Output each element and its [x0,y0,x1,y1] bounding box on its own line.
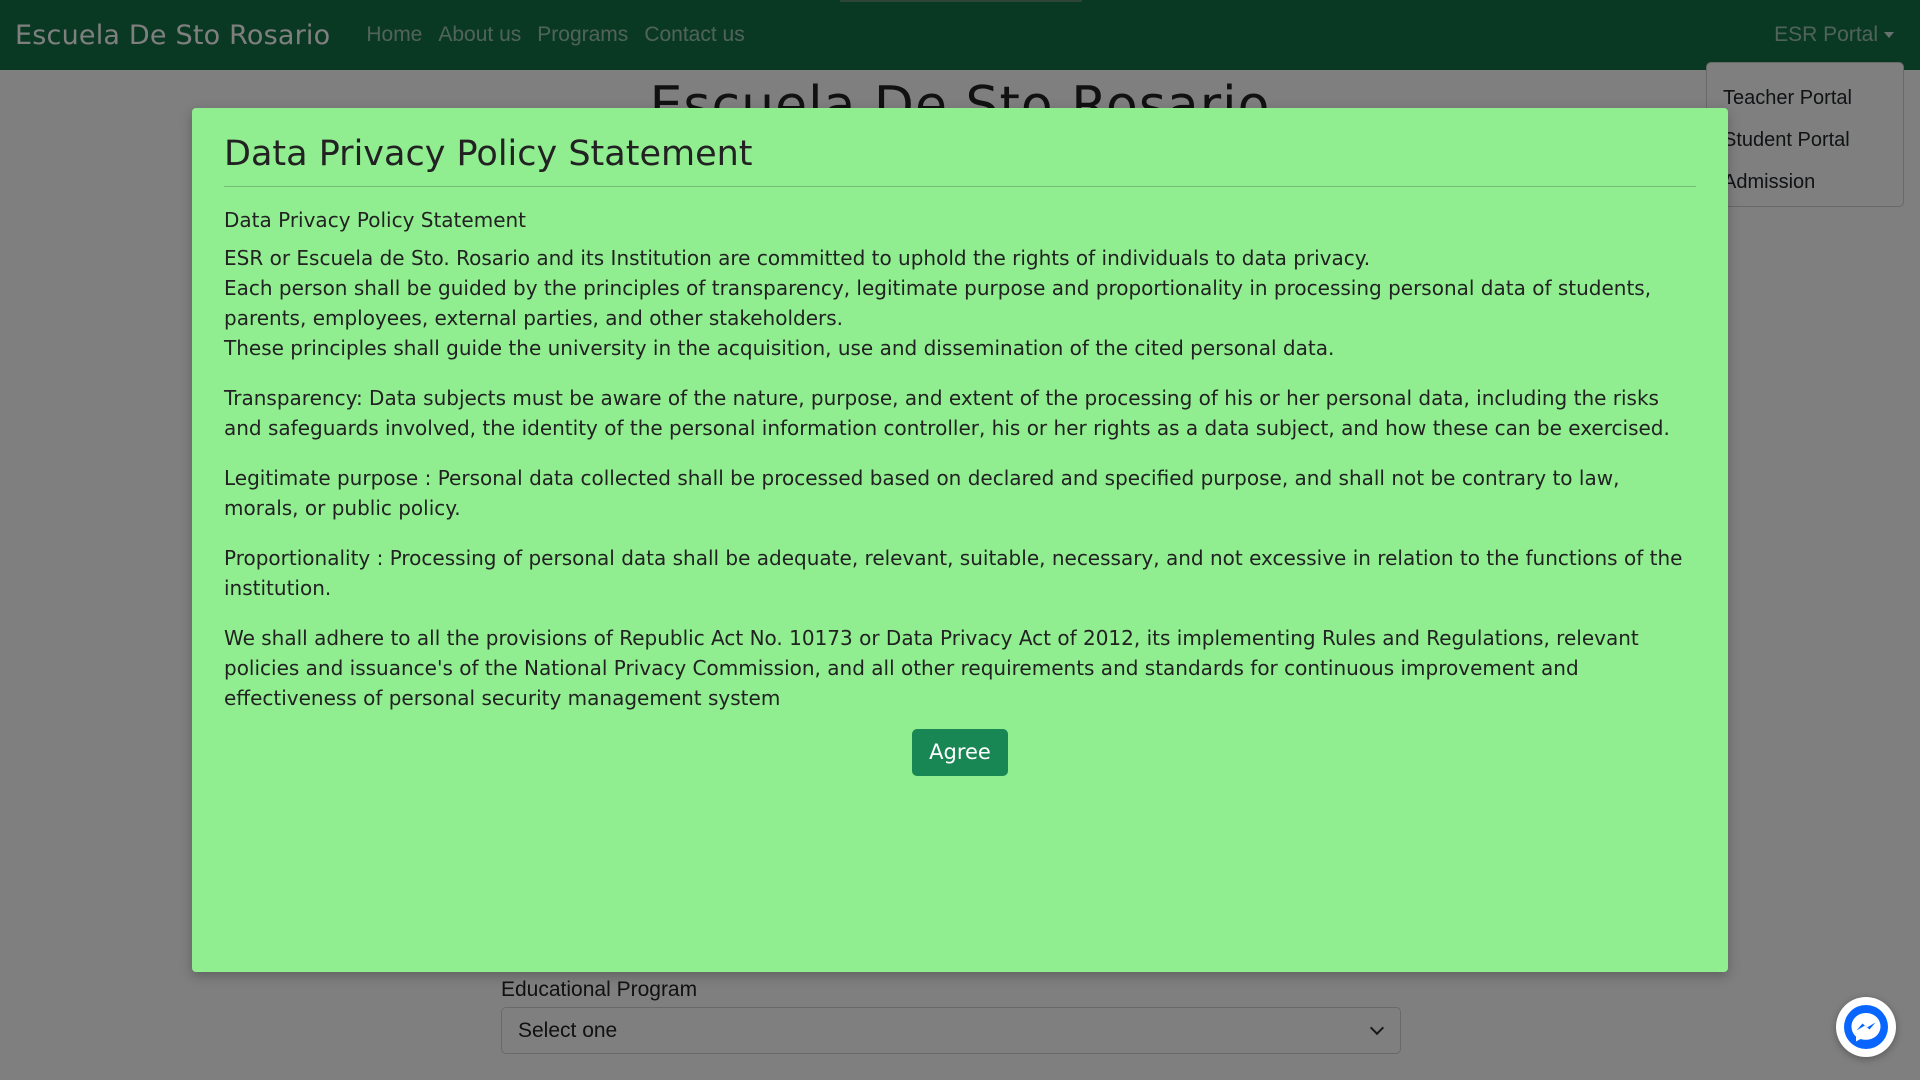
adherence-paragraph: We shall adhere to all the provisions of… [224,626,1639,710]
intro-line: ESR or Escuela de Sto. Rosario and its I… [224,246,1371,270]
privacy-policy-modal: Data Privacy Policy Statement Data Priva… [192,108,1728,972]
modal-subtitle: Data Privacy Policy Statement [224,208,527,232]
legitimate-purpose-paragraph: Legitimate purpose : Personal data colle… [224,466,1620,520]
page: Escuela De Sto Rosario Educational Progr… [0,0,1920,1080]
agree-wrap: Agree [224,729,1696,776]
intro-block: ESR or Escuela de Sto. Rosario and its I… [224,243,1696,363]
intro-line: These principles shall guide the univers… [224,336,1335,360]
proportionality-paragraph: Proportionality : Processing of personal… [224,546,1683,600]
messenger-chat-button[interactable] [1836,997,1896,1057]
agree-button[interactable]: Agree [912,729,1008,776]
transparency-paragraph: Transparency: Data subjects must be awar… [224,386,1670,440]
messenger-icon [1844,1005,1888,1049]
intro-line: Each person shall be guided by the princ… [224,276,1652,330]
modal-body: Data Privacy Policy Statement ESR or Esc… [224,205,1696,776]
modal-title: Data Privacy Policy Statement [224,108,1696,187]
